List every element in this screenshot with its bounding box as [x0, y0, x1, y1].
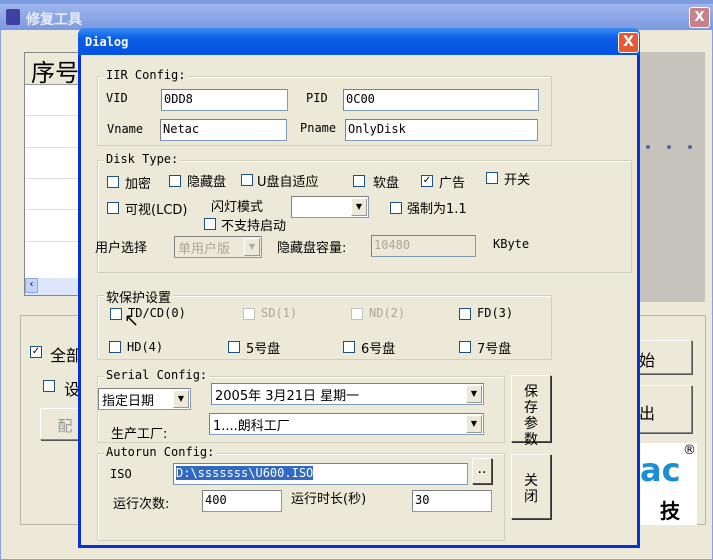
netac-logo: ac ® 技 — [640, 443, 697, 525]
force11-checkbox[interactable] — [390, 202, 402, 214]
protect-checkbox-3[interactable] — [459, 308, 471, 320]
hidden-disk-label: 隐藏盘 — [187, 175, 227, 190]
set-checkbox[interactable] — [43, 380, 55, 392]
protect-checkbox-1[interactable] — [243, 308, 255, 320]
protect-checkbox-7[interactable] — [459, 341, 471, 353]
soft-protect-legend: 软保护设置 — [104, 287, 174, 306]
protect-label-2: ND(2) — [369, 306, 406, 320]
scroll-left-icon[interactable]: ‹ — [25, 278, 38, 293]
dialog: Dialog X IIR Config: VID 0DD8 PID 0C00 V… — [78, 28, 640, 548]
hidden-disk-checkbox[interactable] — [169, 175, 181, 187]
chevron-down-icon: ▼ — [173, 390, 189, 408]
mouse-cursor-icon: ↖ — [124, 310, 140, 331]
led-mode-label: 闪灯模式 — [211, 200, 264, 215]
hidden-capacity-label: 隐藏盘容量: — [277, 241, 347, 256]
force11-label: 强制为1.1 — [407, 202, 467, 217]
main-close-button[interactable]: X — [689, 7, 710, 28]
date-picker[interactable]: 2005年 3月21日 星期一 ▼ — [211, 383, 484, 405]
pname-label: Pname — [300, 121, 337, 135]
protect-label-5: 5号盘 — [246, 342, 281, 357]
vid-label: VID — [106, 91, 128, 105]
u-adapt-label: U盘自适应 — [257, 175, 319, 190]
app-icon — [6, 9, 20, 25]
browse-button[interactable]: .. — [472, 458, 492, 484]
ad-label: 广告 — [439, 176, 466, 191]
protect-checkbox-6[interactable] — [343, 341, 355, 353]
run-count-label: 运行次数: — [113, 497, 170, 512]
lcd-checkbox[interactable] — [107, 202, 119, 214]
dialog-title: Dialog — [78, 28, 640, 55]
status-area — [640, 52, 705, 302]
all-checkbox[interactable]: ✓ — [30, 346, 42, 358]
chevron-down-icon: ▼ — [244, 238, 260, 256]
vname-input[interactable]: Netac — [160, 119, 287, 141]
iso-label: ISO — [110, 467, 132, 481]
iir-legend: IIR Config: — [104, 68, 188, 82]
disk-type-legend: Disk Type: — [104, 152, 181, 166]
no-boot-checkbox[interactable] — [204, 218, 216, 230]
chevron-down-icon: ▼ — [466, 415, 482, 433]
run-duration-label: 运行时长(秒) — [291, 492, 367, 507]
protect-checkbox-5[interactable] — [228, 341, 240, 353]
pname-input[interactable]: OnlyDisk — [345, 119, 538, 141]
protect-checkbox-4[interactable] — [109, 341, 121, 353]
factory-label: 生产工厂: — [111, 427, 168, 442]
floppy-checkbox[interactable] — [353, 175, 365, 187]
no-boot-label: 不支持启动 — [221, 219, 287, 234]
encrypt-label: 加密 — [125, 177, 152, 192]
ad-checkbox[interactable]: ✓ — [421, 175, 433, 187]
serial-legend: Serial Config: — [104, 368, 210, 382]
switch-label: 开关 — [504, 173, 531, 188]
led-mode-select[interactable]: ▼ — [291, 196, 369, 218]
user-select[interactable]: 单用户版 ▼ — [174, 236, 262, 258]
protect-checkbox-2[interactable] — [351, 308, 363, 320]
protect-label-3: FD(3) — [477, 306, 514, 320]
run-count-input[interactable]: 400 — [202, 490, 282, 512]
protect-label-6: 6号盘 — [361, 342, 396, 357]
protect-checkbox-0[interactable] — [110, 308, 122, 320]
lcd-label: 可视(LCD) — [125, 203, 188, 218]
u-adapt-checkbox[interactable] — [241, 174, 253, 186]
chevron-down-icon: ▼ — [466, 385, 482, 403]
factory-select[interactable]: 1....朗科工厂 ▼ — [209, 413, 484, 435]
dialog-close-button[interactable]: X — [618, 32, 639, 53]
chevron-down-icon: ▼ — [351, 198, 367, 216]
iso-path-input[interactable]: D:\sssssss\U600.ISO — [173, 463, 468, 485]
device-list[interactable] — [24, 52, 80, 296]
serial-mode-select[interactable]: 指定日期 ▼ — [98, 388, 191, 410]
autorun-legend: Autorun Config: — [104, 445, 217, 459]
hidden-capacity-input[interactable]: 10480 — [371, 235, 476, 257]
floppy-label: 软盘 — [373, 176, 400, 191]
protect-label-1: SD(1) — [261, 306, 298, 320]
capacity-unit: KByte — [493, 237, 530, 251]
pid-label: PID — [306, 91, 328, 105]
encrypt-checkbox[interactable] — [107, 176, 119, 188]
main-window-title: 修复工具 — [0, 4, 713, 30]
vid-input[interactable]: 0DD8 — [161, 89, 288, 111]
user-select-label: 用户选择 — [95, 241, 148, 256]
save-params-button[interactable]: 保存参数 — [511, 375, 551, 448]
list-header-index[interactable]: 序号 — [25, 53, 80, 87]
run-duration-input[interactable]: 30 — [412, 490, 492, 512]
protect-label-4: HD(4) — [127, 340, 164, 354]
switch-checkbox[interactable] — [486, 172, 498, 184]
pid-input[interactable]: 0C00 — [343, 89, 539, 111]
close-button[interactable]: 关闭 — [511, 454, 551, 519]
list-scrollbar[interactable]: ‹ — [25, 278, 80, 295]
protect-label-7: 7号盘 — [477, 342, 512, 357]
vname-label: Vname — [107, 122, 144, 136]
